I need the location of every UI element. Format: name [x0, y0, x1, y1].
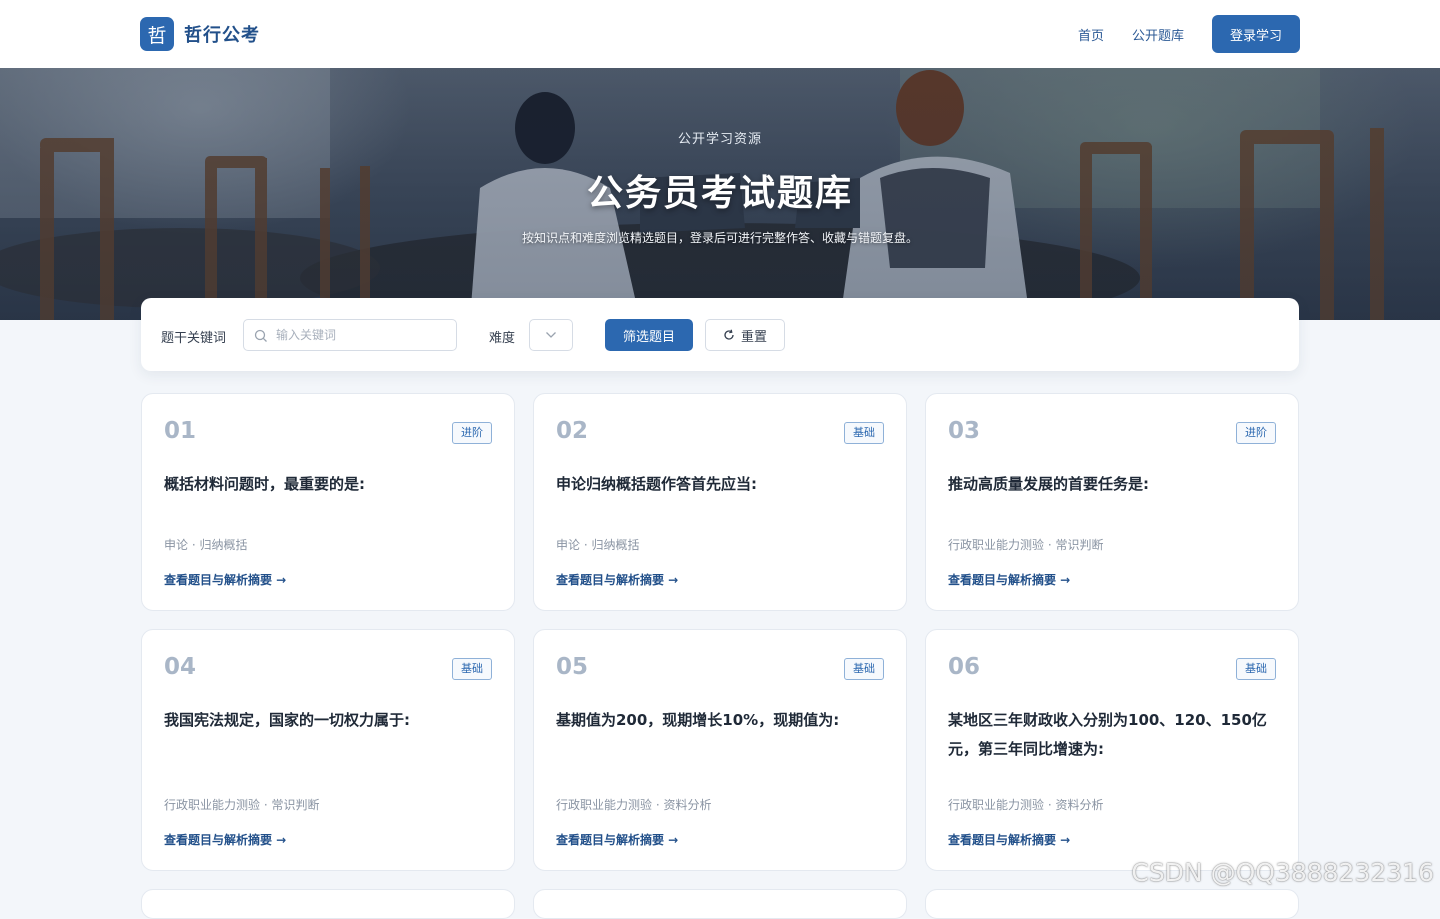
difficulty-badge: 基础	[1236, 658, 1276, 680]
card-meta: 申论 · 归纳概括	[556, 538, 640, 552]
keyword-input-wrapper	[243, 319, 457, 351]
difficulty-badge: 基础	[452, 658, 492, 680]
filter-button[interactable]: 筛选题目	[605, 319, 693, 351]
search-icon	[254, 329, 267, 342]
card-meta: 行政职业能力测验 · 常识判断	[948, 538, 1104, 552]
brand[interactable]: 哲 哲行公考	[140, 17, 260, 51]
card-title: 概括材料问题时，最重要的是:	[164, 475, 365, 493]
hero-kicker: 公开学习资源	[677, 132, 762, 147]
card-title: 申论归纳概括题作答首先应当:	[556, 475, 757, 493]
difficulty-badge: 基础	[844, 422, 884, 444]
difficulty-badge: 进阶	[452, 422, 492, 444]
card-title: 基期值为200，现期增长10%，现期值为:	[556, 711, 840, 729]
reset-button[interactable]: 重置	[705, 319, 785, 351]
question-card[interactable]: 02 基础 申论归纳概括题作答首先应当: 申论 · 归纳概括 查看题目与解析摘要…	[533, 393, 907, 611]
card-title: 某地区三年财政收入分别为100、120、150亿元，第三年同比增速为:	[948, 711, 1267, 758]
question-card[interactable]: 04 基础 我国宪法规定，国家的一切权力属于: 行政职业能力测验 · 常识判断 …	[141, 629, 515, 871]
difficulty-select[interactable]	[529, 319, 573, 351]
question-card[interactable]: 01 进阶 概括材料问题时，最重要的是: 申论 · 归纳概括 查看题目与解析摘要…	[141, 393, 515, 611]
view-question-link[interactable]: 查看题目与解析摘要 →	[556, 831, 678, 848]
chevron-down-icon	[546, 332, 556, 338]
hero-subtitle: 按知识点和难度浏览精选题目，登录后可进行完整作答、收藏与错题复盘。	[521, 231, 918, 245]
watermark: CSDN @QQ3888232316	[1131, 858, 1434, 887]
view-question-link[interactable]: 查看题目与解析摘要 →	[164, 571, 286, 588]
view-question-link[interactable]: 查看题目与解析摘要 →	[556, 571, 678, 588]
nav-question-bank-link[interactable]: 公开题库	[1132, 25, 1184, 44]
card-number: 04	[164, 654, 197, 680]
question-card[interactable]: 03 进阶 推动高质量发展的首要任务是: 行政职业能力测验 · 常识判断 查看题…	[925, 393, 1299, 611]
brand-logo: 哲	[140, 17, 174, 51]
hero-banner: 公开学习资源 公务员考试题库 按知识点和难度浏览精选题目，登录后可进行完整作答、…	[0, 68, 1440, 320]
keyword-label: 题干关键词	[161, 331, 227, 346]
question-card-partial[interactable]	[925, 889, 1299, 919]
view-question-link[interactable]: 查看题目与解析摘要 →	[948, 831, 1070, 848]
login-button[interactable]: 登录学习	[1212, 15, 1300, 53]
card-meta: 申论 · 归纳概括	[164, 538, 248, 552]
reset-button-label: 重置	[740, 329, 767, 345]
card-meta: 行政职业能力测验 · 资料分析	[948, 798, 1104, 812]
card-number: 05	[556, 654, 589, 680]
view-question-link[interactable]: 查看题目与解析摘要 →	[164, 831, 286, 848]
card-meta: 行政职业能力测验 · 资料分析	[556, 798, 712, 812]
brand-name: 哲行公考	[184, 25, 260, 46]
keyword-input[interactable]	[276, 320, 452, 350]
difficulty-label: 难度	[489, 331, 516, 346]
difficulty-badge: 进阶	[1236, 422, 1276, 444]
difficulty-badge: 基础	[844, 658, 884, 680]
page-title: 公务员考试题库	[586, 173, 853, 214]
card-number: 06	[948, 654, 981, 680]
view-question-link[interactable]: 查看题目与解析摘要 →	[948, 571, 1070, 588]
card-meta: 行政职业能力测验 · 常识判断	[164, 798, 320, 812]
question-card-partial[interactable]	[141, 889, 515, 919]
refresh-icon	[724, 329, 734, 340]
filter-bar: 题干关键词 难度 筛选题目 重置	[141, 298, 1299, 371]
question-card[interactable]: 05 基础 基期值为200，现期增长10%，现期值为: 行政职业能力测验 · 资…	[533, 629, 907, 871]
card-number: 03	[948, 418, 981, 444]
question-card-partial[interactable]	[533, 889, 907, 919]
main-nav: 首页 公开题库 登录学习	[1078, 15, 1300, 53]
nav-home-link[interactable]: 首页	[1078, 25, 1104, 44]
card-number: 02	[556, 418, 589, 444]
card-title: 我国宪法规定，国家的一切权力属于:	[164, 711, 411, 729]
question-card[interactable]: 06 基础 某地区三年财政收入分别为100、120、150亿元，第三年同比增速为…	[925, 629, 1299, 871]
top-navbar: 哲 哲行公考 首页 公开题库 登录学习	[0, 0, 1440, 68]
card-number: 01	[164, 418, 197, 444]
card-title: 推动高质量发展的首要任务是:	[948, 475, 1149, 493]
